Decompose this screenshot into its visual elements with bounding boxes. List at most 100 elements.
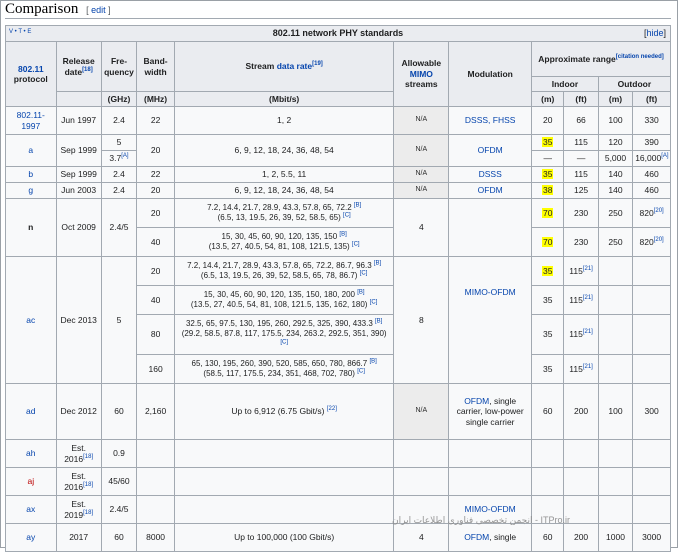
range-cell: 230 xyxy=(563,198,599,228)
col-mimo: Allowable MIMO streams xyxy=(393,41,450,107)
rate-cell: 6, 9, 12, 18, 24, 36, 48, 54 xyxy=(173,134,395,167)
range-cell: 820[20] xyxy=(632,198,671,228)
bw-unit: (MHz) xyxy=(136,91,175,107)
rate-cell: 65, 130, 195, 260, 390, 520, 585, 650, 7… xyxy=(173,354,395,384)
range-cell: 115[21] xyxy=(563,256,599,286)
ref-link[interactable]: [B] xyxy=(374,260,381,266)
ref-link[interactable]: [B] xyxy=(357,289,364,295)
range-cell: 70 xyxy=(531,198,565,228)
unit-ft: (ft) xyxy=(632,91,671,107)
table-row: b Sep 1999 2.4 22 1, 2, 5.5, 11 N/A DSSS… xyxy=(5,166,671,183)
protocol-cell[interactable]: aj xyxy=(5,467,57,496)
bw-cell: 40 xyxy=(136,227,175,257)
freq-cell: 2.4 xyxy=(100,166,138,183)
range-cell: 5,000 xyxy=(597,150,634,167)
ref-link[interactable]: [A] xyxy=(121,153,128,159)
ref-link[interactable]: [B] xyxy=(369,358,376,364)
freq-cell: 0.9 xyxy=(100,439,138,468)
range-cell: 3000 xyxy=(632,523,671,552)
highlighted-value: 38 xyxy=(541,185,554,196)
ofdm-link[interactable]: OFDM xyxy=(464,396,489,406)
range-cell: 460 xyxy=(632,166,671,183)
hide-link[interactable]: hide xyxy=(646,28,663,38)
ref-link[interactable]: [18] xyxy=(83,482,93,488)
range-cell: 250 xyxy=(597,227,634,257)
modulation-cell: OFDM, single carrier, low-power single c… xyxy=(448,383,533,440)
ref-link[interactable]: [C] xyxy=(352,241,360,247)
modulation-cell: OFDM, single xyxy=(448,523,533,552)
bw-cell: 80 xyxy=(136,314,175,355)
ref-link[interactable]: [18] xyxy=(83,454,93,460)
section-heading: Comparison [ edit ] xyxy=(5,0,111,18)
edit-link[interactable]: edit xyxy=(91,5,106,15)
data-rate-link[interactable]: data rate xyxy=(277,61,312,71)
ref-link[interactable]: [C] xyxy=(370,299,378,305)
ref-link[interactable]: [18] xyxy=(82,67,93,73)
watermark: انجمن تخصصی فناوری اطلاعات ایران - ITPro… xyxy=(392,515,570,525)
ref-link[interactable]: [B] xyxy=(375,318,382,324)
ref-link[interactable]: [C] xyxy=(360,270,368,276)
ref-link[interactable]: [A] xyxy=(661,153,668,159)
range-cell: 115[21] xyxy=(563,285,599,315)
modulation-cell[interactable]: OFDM xyxy=(448,182,533,199)
protocol-cell[interactable]: n xyxy=(5,198,57,257)
highlighted-value: 35 xyxy=(541,137,554,148)
protocol-cell[interactable]: a xyxy=(5,134,57,167)
protocol-cell[interactable]: ah xyxy=(5,439,57,468)
ref-link[interactable]: [C] xyxy=(280,339,288,345)
range-cell: 100 xyxy=(597,383,634,440)
modulation-cell[interactable]: MIMO-OFDM xyxy=(448,256,533,384)
range-cell: 460 xyxy=(632,182,671,199)
ref-link[interactable]: [22] xyxy=(327,406,337,412)
range-cell: 115 xyxy=(563,166,599,183)
ref-link[interactable]: [20] xyxy=(654,237,664,243)
rate-cell: 1, 2 xyxy=(173,106,395,135)
ref-link[interactable]: [B] xyxy=(354,202,361,208)
citation-needed-link[interactable]: [citation needed] xyxy=(616,54,664,60)
range-cell: 35 xyxy=(531,256,565,286)
modulation-cell[interactable]: OFDM xyxy=(448,134,533,167)
range-cell: 120 xyxy=(597,134,634,151)
range-cell: 115 xyxy=(563,134,599,151)
ref-link[interactable]: [21] xyxy=(583,295,593,301)
col-outdoor: Outdoor xyxy=(597,76,672,92)
ofdm-link[interactable]: OFDM xyxy=(464,532,489,542)
rate-unit: (Mbit/s) xyxy=(173,91,395,107)
ref-link[interactable]: [C] xyxy=(343,212,351,218)
ref-link[interactable]: [B] xyxy=(339,231,346,237)
mimo-cell: N/A xyxy=(393,383,450,440)
col-protocol: 802.11 protocol xyxy=(5,41,57,107)
ref-link[interactable]: [21] xyxy=(583,266,593,272)
protocol-cell[interactable]: ax xyxy=(5,495,57,524)
range-cell: 140 xyxy=(597,166,634,183)
range-cell: 140 xyxy=(597,182,634,199)
table-row: 802.11-1997 Jun 1997 2.4 22 1, 2 N/A DSS… xyxy=(5,106,671,135)
highlighted-value: 70 xyxy=(541,236,554,247)
range-cell: 115[21] xyxy=(563,354,599,384)
ref-link[interactable]: [18] xyxy=(83,510,93,516)
protocol-cell[interactable]: g xyxy=(5,182,57,199)
modulation-cell[interactable]: DSSS, FHSS xyxy=(448,106,533,135)
hide-toggle[interactable]: [hide] xyxy=(644,28,666,38)
ref-link[interactable]: [21] xyxy=(583,364,593,370)
edit-section: [ edit ] xyxy=(86,5,111,15)
range-cell: 300 xyxy=(632,383,671,440)
ref-link[interactable]: [C] xyxy=(357,368,365,374)
protocol-link[interactable]: 802.11 xyxy=(18,64,44,74)
protocol-cell[interactable]: 802.11-1997 xyxy=(5,106,57,135)
mimo-cell: 4 xyxy=(393,523,450,552)
range-cell: — xyxy=(531,150,565,167)
protocol-cell[interactable]: ad xyxy=(5,383,57,440)
mimo-link[interactable]: MIMO xyxy=(410,69,433,79)
protocol-cell[interactable]: b xyxy=(5,166,57,183)
ref-link[interactable]: [19] xyxy=(312,61,323,67)
rate-cell: 7.2, 14.4, 21.7, 28.9, 43.3, 57.8, 65, 7… xyxy=(173,198,395,228)
freq-cell: 5 xyxy=(100,134,138,151)
protocol-cell[interactable]: ay xyxy=(5,523,57,552)
table-row: n Oct 2009 2.4/5 20 7.2, 14.4, 21.7, 28.… xyxy=(5,198,671,257)
modulation-cell[interactable]: DSSS xyxy=(448,166,533,183)
protocol-cell[interactable]: ac xyxy=(5,256,57,384)
ref-link[interactable]: [20] xyxy=(654,208,664,214)
date-cell: 2017 xyxy=(55,523,102,552)
ref-link[interactable]: [21] xyxy=(583,329,593,335)
